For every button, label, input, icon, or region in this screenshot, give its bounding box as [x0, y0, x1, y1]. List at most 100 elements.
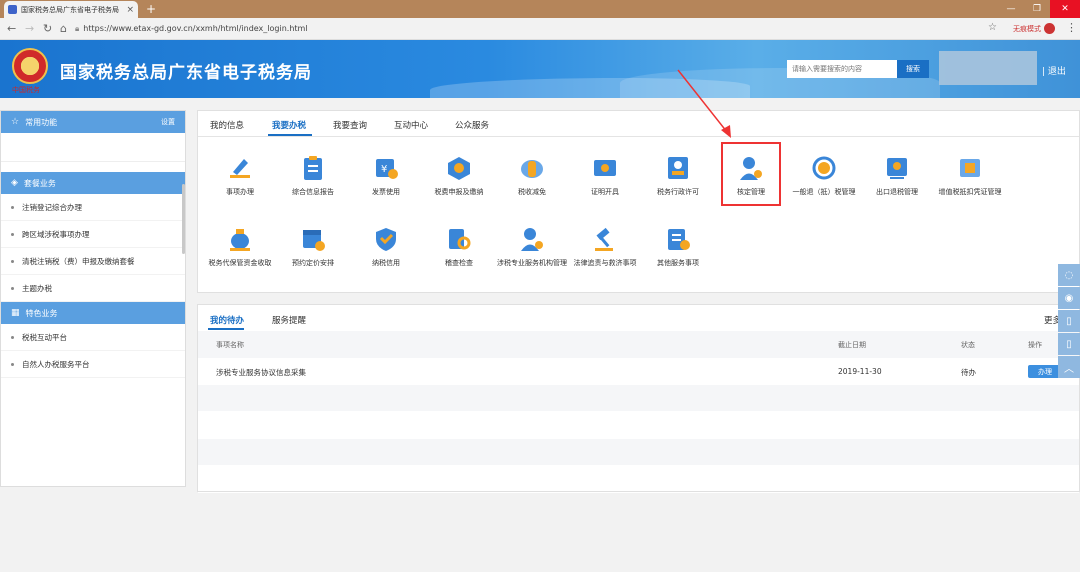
- highlight-box: [721, 142, 781, 206]
- incognito-label: 无痕模式: [1013, 25, 1041, 33]
- id-card-icon: [665, 155, 691, 181]
- sidebar-special-header[interactable]: ▦ 特色业务: [1, 302, 185, 324]
- sidebar-package-header[interactable]: ◈ 套餐业务: [1, 172, 185, 194]
- tile-other[interactable]: 其他服务事项: [643, 226, 713, 268]
- search-input[interactable]: [787, 60, 897, 78]
- floating-toolbar: ◌ ◉ ▯ ▯ ︿: [1058, 264, 1080, 379]
- tile-legal[interactable]: 法律追责与救济事项: [570, 226, 640, 268]
- money-bag-icon: [227, 226, 253, 252]
- sidebar-package-title: 套餐业务: [23, 178, 56, 188]
- tab-my-todo[interactable]: 我的待办: [210, 314, 244, 326]
- invoice-icon: ¥: [373, 155, 399, 181]
- tile-credit[interactable]: 纳税信用: [351, 226, 421, 268]
- sidebar-item[interactable]: 清税注销税（费）申报及缴纳套餐: [1, 248, 185, 275]
- table-row-empty: [198, 385, 1079, 412]
- tile-certificate[interactable]: 证明开具: [570, 155, 640, 197]
- url-field[interactable]: 🔒︎ https://www.etax-gd.gov.cn/xxmh/html/i…: [75, 22, 308, 36]
- tab-public-service[interactable]: 公众服务: [455, 119, 489, 131]
- sidebar-item[interactable]: 注销登记综合办理: [1, 194, 185, 221]
- table-row-empty: [198, 439, 1079, 466]
- row-name: 涉税专业服务协议信息采集: [216, 368, 306, 377]
- tile-declare-pay[interactable]: 税费申报及缴纳: [424, 155, 494, 197]
- table-row: 涉税专业服务协议信息采集 2019-11-30 待办 办理: [198, 358, 1079, 385]
- site-title: 国家税务总局广东省电子税务局: [60, 63, 312, 83]
- star-icon: ☆: [11, 117, 20, 127]
- tile-inspection[interactable]: 稽查检查: [424, 226, 494, 268]
- table-row-empty: [198, 466, 1079, 493]
- sidebar-item[interactable]: 跨区域涉税事项办理: [1, 221, 185, 248]
- service-panel: 我的信息 我要办税 我要查询 互动中心 公众服务 事项办理 综合信息报告 ¥ 发…: [197, 110, 1080, 293]
- export-icon: [884, 155, 910, 181]
- cube-icon: ◈: [11, 178, 18, 188]
- tax-emblem-logo: [12, 48, 48, 84]
- tile-invoice[interactable]: ¥ 发票使用: [351, 155, 421, 197]
- back-to-top-icon[interactable]: ︿: [1058, 356, 1080, 378]
- search-button[interactable]: 搜索: [897, 60, 929, 78]
- tile-tax-reduction[interactable]: 税收减免: [497, 155, 567, 197]
- bookmark-star-icon[interactable]: ☆: [988, 22, 997, 33]
- tab-my-info[interactable]: 我的信息: [210, 119, 244, 131]
- tile-vat-voucher[interactable]: 增值税抵扣凭证管理: [935, 155, 1005, 197]
- service-tabs: 我的信息 我要办税 我要查询 互动中心 公众服务: [198, 111, 1079, 137]
- browser-tab[interactable]: 国家税务总局广东省电子税务局 ×: [4, 1, 138, 18]
- back-icon[interactable]: ←: [7, 22, 16, 36]
- sidebar-scrollbar[interactable]: [182, 184, 185, 254]
- list-add-icon: [665, 226, 691, 252]
- sidebar: ☆ 常用功能 设置 ◈ 套餐业务 注销登记综合办理 跨区域涉税事项办理 清税注销…: [0, 110, 186, 487]
- tab-interaction[interactable]: 互动中心: [394, 119, 428, 131]
- sidebar-setting-link[interactable]: 设置: [161, 117, 175, 127]
- col-action: 操作: [1028, 341, 1042, 349]
- sidebar-common-empty: [1, 133, 185, 161]
- ticket-icon: [592, 155, 618, 181]
- tab-close-icon[interactable]: ×: [126, 5, 134, 15]
- row-deadline: 2019-11-30: [838, 367, 882, 376]
- tile-admin-permit[interactable]: 税务行政许可: [643, 155, 713, 197]
- url-text: https://www.etax-gd.gov.cn/xxmh/html/ind…: [83, 24, 308, 33]
- sidebar-item[interactable]: 主题办税: [1, 275, 185, 302]
- sidebar-item[interactable]: 税税互动平台: [1, 324, 185, 351]
- handle-button[interactable]: 办理: [1028, 365, 1062, 378]
- restore-button[interactable]: ❐: [1024, 0, 1050, 18]
- tab-query[interactable]: 我要查询: [333, 119, 367, 131]
- gavel-icon: [592, 226, 618, 252]
- minimize-button[interactable]: —: [998, 0, 1024, 18]
- sidebar-common-title: 常用功能: [25, 117, 58, 127]
- voucher-icon: [957, 155, 983, 181]
- tile-agency-management[interactable]: 涉税专业服务机构管理: [497, 226, 567, 268]
- weibo-icon[interactable]: ◉: [1058, 287, 1080, 309]
- tile-item-handling[interactable]: 事项办理: [205, 155, 275, 197]
- tile-fund-custody[interactable]: 税务代保管资金收取: [205, 226, 275, 268]
- new-tab-button[interactable]: +: [146, 2, 156, 16]
- home-icon[interactable]: ⌂: [60, 22, 67, 36]
- window-controls: — ❐ ✕: [998, 0, 1080, 18]
- shield-icon: [373, 226, 399, 252]
- logout-link[interactable]: | 退出: [1042, 64, 1066, 77]
- tile-export-refund[interactable]: 出口退税管理: [862, 155, 932, 197]
- tab-do-tax[interactable]: 我要办税: [272, 119, 306, 131]
- reload-icon[interactable]: ↻: [43, 22, 52, 36]
- red-arrow-icon: [677, 69, 731, 138]
- forward-icon[interactable]: →: [25, 22, 34, 36]
- sidebar-item[interactable]: 自然人办税服务平台: [1, 351, 185, 378]
- table-row-empty: [198, 412, 1079, 439]
- chat-icon[interactable]: ◌: [1058, 264, 1080, 286]
- col-status: 状态: [961, 341, 975, 349]
- favicon-icon: [8, 5, 17, 14]
- active-tab-indicator: [208, 328, 244, 330]
- search-doc-icon: [446, 226, 472, 252]
- todo-tabs: 我的待办 服务提醒 更多: [198, 305, 1079, 331]
- app-icon[interactable]: ▯: [1058, 333, 1080, 355]
- user-gear-icon: [519, 226, 545, 252]
- box-icon: [446, 155, 472, 181]
- close-window-button[interactable]: ✕: [1050, 0, 1080, 18]
- tile-refund[interactable]: 一般退（抵）税管理: [789, 155, 859, 197]
- tile-apa[interactable]: 预约定价安排: [278, 226, 348, 268]
- tab-service-reminder[interactable]: 服务提醒: [272, 314, 306, 326]
- coins-icon: [519, 155, 545, 181]
- browser-menu-icon[interactable]: ⋮: [1066, 21, 1077, 34]
- todo-panel: 我的待办 服务提醒 更多 事项名称 截止日期 状态 操作 涉税专业服务协议信息采…: [197, 304, 1080, 493]
- address-bar: ← → ↻ ⌂ 🔒︎ https://www.etax-gd.gov.cn/xxm…: [0, 18, 1080, 40]
- tile-info-report[interactable]: 综合信息报告: [278, 155, 348, 197]
- lock-icon: 🔒︎: [75, 24, 80, 33]
- mobile-icon[interactable]: ▯: [1058, 310, 1080, 332]
